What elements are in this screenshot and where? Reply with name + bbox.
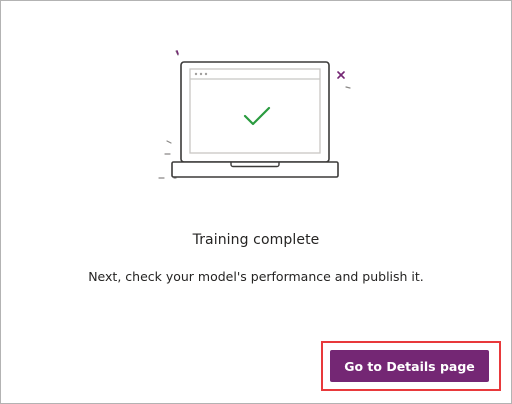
accent-mark <box>176 50 179 55</box>
browser-window <box>189 68 321 154</box>
training-complete-dialog: Training complete Next, check your model… <box>0 0 512 404</box>
dialog-message: Next, check your model's performance and… <box>88 269 424 284</box>
dialog-title: Training complete <box>192 232 320 248</box>
sparkle-line <box>166 140 172 144</box>
go-to-details-button[interactable]: Go to Details page <box>330 350 489 382</box>
window-dot-icon <box>204 72 208 76</box>
window-dot-icon <box>194 72 198 76</box>
laptop-checkmark-icon <box>158 50 351 179</box>
laptop-base <box>171 161 339 178</box>
sparkle-line <box>345 86 351 89</box>
window-dot-icon <box>199 72 203 76</box>
